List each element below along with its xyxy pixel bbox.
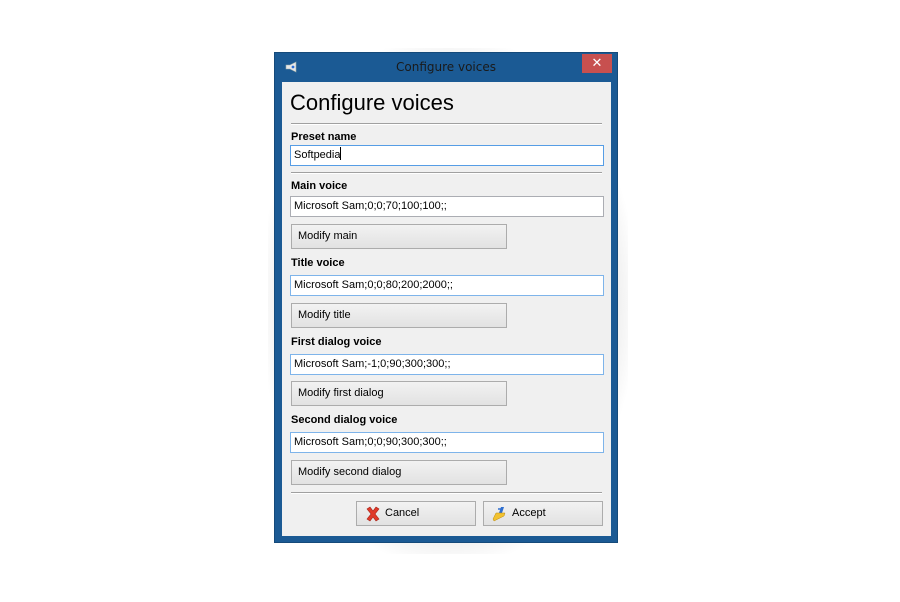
modify-title-button[interactable]: Modify title [291, 303, 507, 328]
separator [291, 492, 602, 494]
modify-first-dialog-button[interactable]: Modify first dialog [291, 381, 507, 406]
title-voice-label: Title voice [291, 257, 345, 269]
red-x-icon [366, 506, 380, 522]
main-voice-input[interactable]: Microsoft Sam;0;0;70;100;100;; [290, 196, 604, 217]
dialog-heading: Configure voices [290, 90, 454, 115]
dialog-body: Configure voices Preset name Softpedia M… [282, 82, 611, 536]
configure-voices-window: Configure voices ✕ Configure voices Pres… [274, 52, 618, 543]
modify-second-dialog-button[interactable]: Modify second dialog [291, 460, 507, 485]
modify-main-button[interactable]: Modify main [291, 224, 507, 249]
title-voice-input[interactable]: Microsoft Sam;0;0;80;200;2000;; [290, 275, 604, 296]
window-title: Configure voices [396, 60, 496, 74]
separator [291, 172, 602, 174]
preset-name-label: Preset name [291, 131, 357, 143]
close-button[interactable]: ✕ [582, 54, 612, 73]
preset-name-input[interactable]: Softpedia [290, 145, 604, 166]
first-dialog-voice-label: First dialog voice [291, 336, 382, 348]
title-bar[interactable]: Configure voices ✕ [275, 53, 617, 81]
broom-icon [492, 507, 506, 522]
main-voice-label: Main voice [291, 180, 348, 192]
accept-label: Accept [512, 507, 546, 519]
cancel-label: Cancel [385, 507, 420, 519]
preset-name-value: Softpedia [294, 149, 341, 161]
second-dialog-voice-label: Second dialog voice [291, 414, 398, 426]
separator [291, 123, 602, 125]
cancel-button[interactable]: Cancel [356, 501, 476, 526]
first-dialog-voice-input[interactable]: Microsoft Sam;-1;0;90;300;300;; [290, 354, 604, 375]
accept-button[interactable]: Accept [483, 501, 603, 526]
second-dialog-voice-input[interactable]: Microsoft Sam;0;0;90;300;300;; [290, 432, 604, 453]
text-caret [340, 147, 342, 160]
